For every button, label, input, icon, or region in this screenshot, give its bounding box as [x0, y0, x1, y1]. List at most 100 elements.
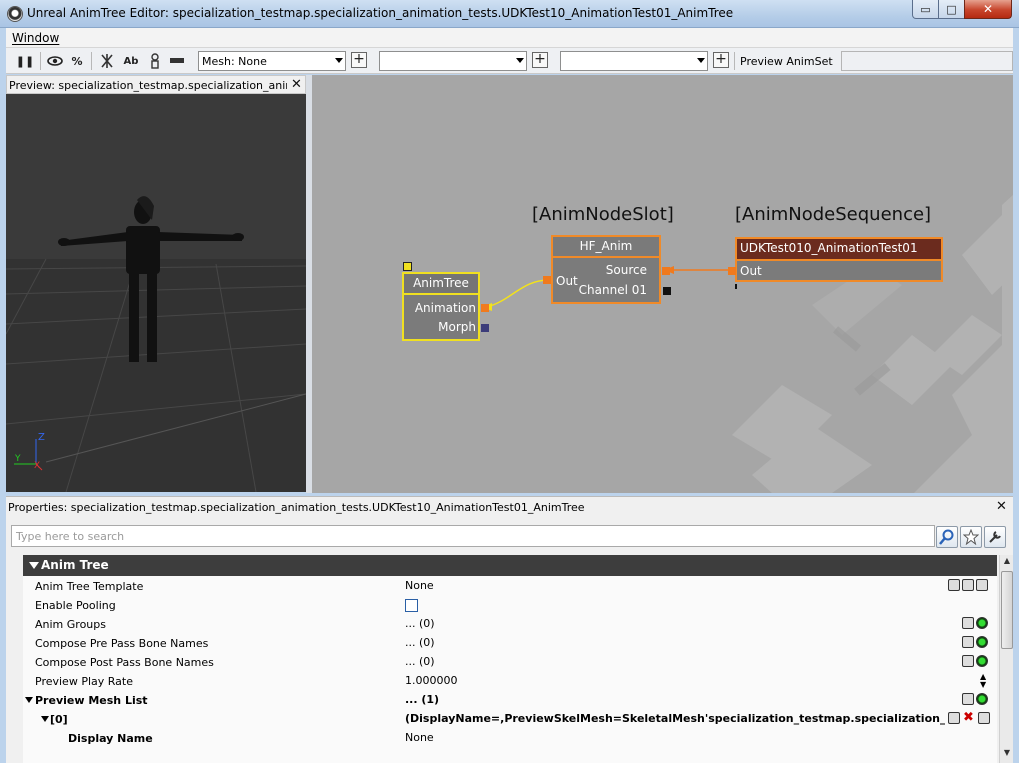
- morph-select[interactable]: [560, 51, 708, 71]
- wire-animation-to-out: [486, 279, 550, 308]
- mesh-select-value: Mesh: None: [202, 55, 267, 68]
- property-row[interactable]: Preview Play Rate 1.000000 ▲ ▼: [23, 672, 997, 691]
- add-anim-button[interactable]: +: [532, 52, 548, 68]
- empty-array-icon[interactable]: [962, 693, 974, 705]
- use-selected-icon[interactable]: [948, 579, 960, 591]
- axis-y-label: Y: [15, 454, 21, 464]
- property-grid-scrollbar[interactable]: ▲ ▼: [999, 555, 1013, 763]
- axis-x-label: X: [34, 461, 41, 471]
- slot-channel-pin[interactable]: [663, 287, 671, 295]
- animnodeslot-node[interactable]: HF_Anim Out Source Channel 01: [551, 235, 661, 304]
- category-anim-tree[interactable]: Anim Tree: [23, 555, 997, 576]
- category-label: Anim Tree: [41, 558, 109, 572]
- floor-icon: [170, 58, 184, 63]
- eye-toggle-button[interactable]: [44, 51, 66, 71]
- search-icon: [939, 529, 954, 545]
- scroll-up-icon[interactable]: ▲: [1001, 556, 1013, 570]
- property-search-input[interactable]: Type here to search: [11, 525, 935, 547]
- favorites-button[interactable]: [960, 526, 982, 548]
- chevron-down-icon: [697, 58, 705, 63]
- enable-pooling-checkbox[interactable]: [405, 599, 418, 612]
- animtree-animation-pin[interactable]: [481, 304, 489, 312]
- properties-header: Properties: specialization_testmap.speci…: [6, 496, 1013, 517]
- duplicate-icon[interactable]: [978, 712, 990, 724]
- preview-title: Preview: specialization_testmap.speciali…: [9, 79, 287, 92]
- add-morph-button[interactable]: +: [713, 52, 729, 68]
- property-name: Anim Groups: [35, 618, 106, 631]
- animnodeslot-label: HF_Anim: [553, 237, 659, 256]
- insert-icon[interactable]: [948, 712, 960, 724]
- slot-source-pin-label: Source: [605, 263, 647, 277]
- property-value: ... (1): [405, 693, 440, 706]
- scroll-thumb[interactable]: [1001, 571, 1013, 649]
- pause-button[interactable]: ❚❚: [14, 51, 36, 71]
- preview-viewport[interactable]: Z Y X: [6, 94, 306, 492]
- animtree-node[interactable]: AnimTree Animation Morph: [402, 272, 480, 341]
- sequence-out-pin[interactable]: [728, 267, 736, 275]
- animtree-morph-pin[interactable]: [481, 324, 489, 332]
- chevron-down-icon: [25, 697, 33, 703]
- close-window-button[interactable]: ✕: [964, 0, 1012, 19]
- empty-array-icon[interactable]: [962, 617, 974, 629]
- eye-icon: [47, 56, 63, 66]
- chevron-down-icon: [29, 562, 39, 569]
- mesh-select[interactable]: Mesh: None: [198, 51, 346, 71]
- close-preview-button[interactable]: ✕: [291, 77, 302, 92]
- add-element-icon[interactable]: [976, 636, 988, 648]
- animtree-graph-canvas[interactable]: [AnimNodeSlot] HF_Anim Out Source Channe…: [312, 75, 1013, 493]
- options-button[interactable]: [984, 526, 1006, 548]
- animnodesequence-title: [AnimNodeSequence]: [735, 204, 932, 225]
- maximize-button[interactable]: □: [938, 0, 965, 19]
- close-properties-button[interactable]: ✕: [996, 499, 1007, 514]
- property-row[interactable]: Compose Pre Pass Bone Names ... (0): [23, 634, 997, 653]
- minimize-button[interactable]: ▭: [912, 0, 939, 19]
- property-row[interactable]: Display Name None: [23, 729, 997, 748]
- bone-names-button[interactable]: Ab: [120, 51, 142, 71]
- empty-array-icon[interactable]: [962, 655, 974, 667]
- toolbar-separator: [91, 52, 92, 70]
- animtree-handle[interactable]: [403, 262, 412, 271]
- property-row[interactable]: Anim Groups ... (0): [23, 615, 997, 634]
- scroll-down-icon[interactable]: ▼: [1001, 748, 1013, 762]
- chevron-down-icon: [516, 58, 524, 63]
- add-element-icon[interactable]: [976, 655, 988, 667]
- property-name: Preview Mesh List: [35, 694, 148, 707]
- property-row[interactable]: Preview Mesh List ... (1): [23, 691, 997, 710]
- delete-icon[interactable]: ✖: [963, 710, 975, 725]
- property-grid: Anim Tree Anim Tree Template None Enable…: [23, 555, 997, 763]
- animnodesequence-node[interactable]: UDKTest010_AnimationTest01 Out: [735, 237, 943, 282]
- preview-animset-field[interactable]: [841, 51, 1013, 71]
- browse-icon[interactable]: [962, 579, 974, 591]
- anim-select[interactable]: [379, 51, 527, 71]
- axis-z-label: Z: [38, 432, 45, 443]
- skeleton-toggle-button[interactable]: [96, 51, 118, 71]
- preview-scene: [6, 94, 306, 492]
- property-name: Enable Pooling: [35, 599, 116, 612]
- property-row[interactable]: Compose Post Pass Bone Names ... (0): [23, 653, 997, 672]
- wireframe-button[interactable]: [144, 51, 166, 71]
- sequence-marker: [735, 284, 737, 289]
- add-element-icon[interactable]: [976, 693, 988, 705]
- add-element-icon[interactable]: [976, 617, 988, 629]
- search-button[interactable]: [936, 526, 958, 548]
- property-row[interactable]: [0] (DisplayName=,PreviewSkelMesh=Skelet…: [23, 710, 997, 729]
- spinner-icon[interactable]: ▲ ▼: [980, 673, 986, 689]
- figure-icon: [151, 53, 159, 69]
- property-row[interactable]: Anim Tree Template None: [23, 577, 997, 596]
- property-row[interactable]: Enable Pooling: [23, 596, 997, 615]
- add-mesh-button[interactable]: +: [351, 52, 367, 68]
- floor-button[interactable]: [166, 51, 188, 71]
- empty-array-icon[interactable]: [962, 636, 974, 648]
- clear-icon[interactable]: [976, 579, 988, 591]
- slot-out-pin[interactable]: [543, 276, 551, 284]
- toolbar-separator: [734, 52, 735, 70]
- preview-animset-label: Preview AnimSet: [740, 55, 833, 68]
- toolbar: ❚❚ % Ab Mesh: None + + + Preview AnimSet: [6, 48, 1013, 74]
- animtree-morph-pin-label: Morph: [438, 320, 476, 334]
- star-icon: [963, 529, 979, 545]
- percent-button[interactable]: %: [66, 51, 88, 71]
- slot-source-pin[interactable]: [662, 267, 670, 275]
- chevron-down-icon: [41, 716, 49, 722]
- menu-window[interactable]: Window: [12, 31, 59, 45]
- property-value: ... (0): [405, 655, 435, 668]
